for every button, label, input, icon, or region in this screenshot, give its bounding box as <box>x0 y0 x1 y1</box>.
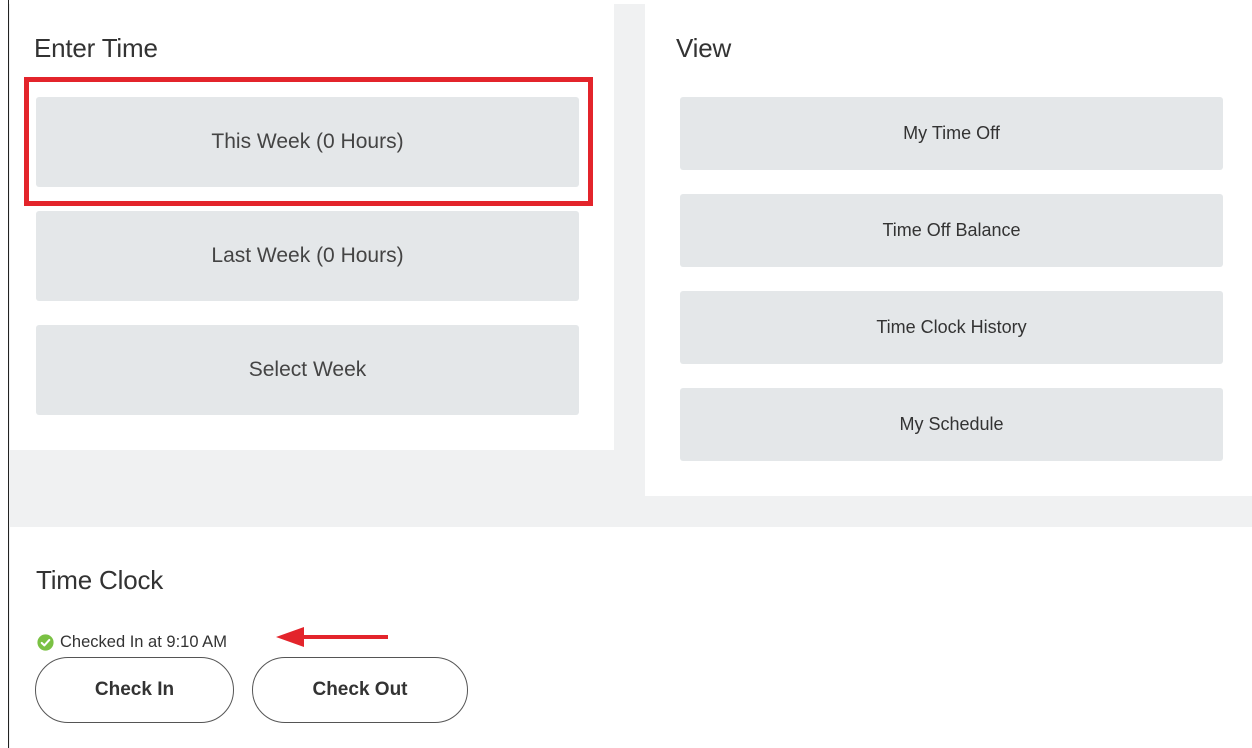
check-in-button[interactable]: Check In <box>35 657 234 723</box>
my-schedule-button[interactable]: My Schedule <box>680 388 1223 461</box>
last-week-button[interactable]: Last Week (0 Hours) <box>36 211 579 301</box>
select-week-button[interactable]: Select Week <box>36 325 579 415</box>
time-clock-history-button[interactable]: Time Clock History <box>680 291 1223 364</box>
check-out-button[interactable]: Check Out <box>252 657 468 723</box>
checked-in-status: Checked In at 9:10 AM <box>37 631 227 653</box>
window-edge <box>0 0 9 748</box>
highlight-annotation <box>24 77 593 206</box>
enter-time-title: Enter Time <box>34 33 158 63</box>
check-circle-icon <box>37 633 54 651</box>
time-clock-title: Time Clock <box>36 565 164 595</box>
view-title: View <box>676 33 732 63</box>
time-off-balance-button[interactable]: Time Off Balance <box>680 194 1223 267</box>
checked-in-text: Checked In at 9:10 AM <box>60 632 227 651</box>
arrow-left-icon <box>276 627 388 647</box>
my-time-off-button[interactable]: My Time Off <box>680 97 1223 170</box>
